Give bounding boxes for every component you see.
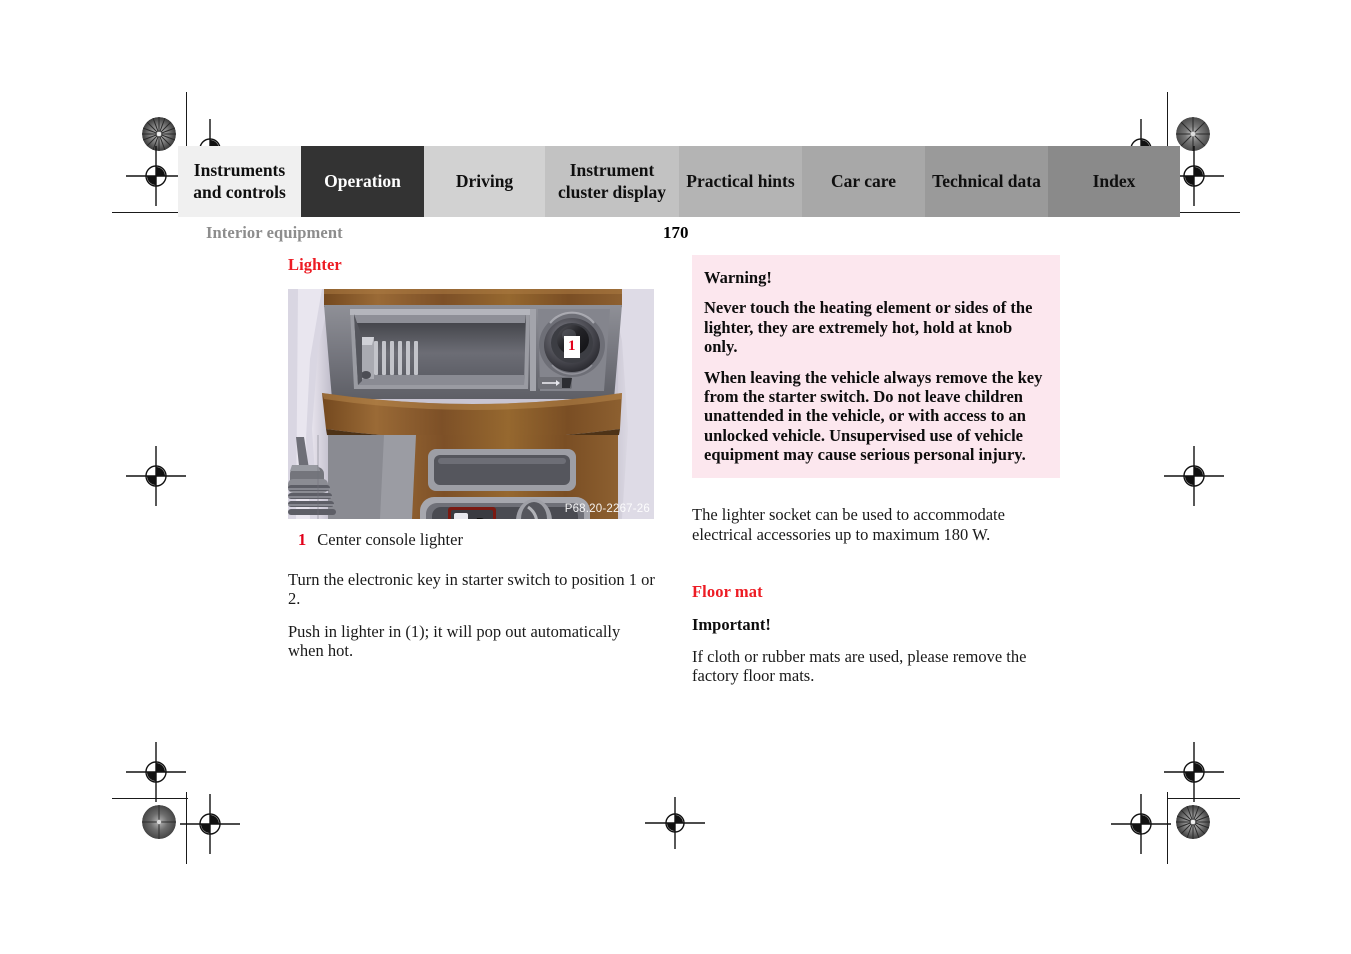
registration-crosshair-bottom-right-inner [1111, 794, 1171, 854]
chapter-tab-bar[interactable]: Instruments and controls Operation Driving… [178, 146, 1180, 217]
figure-caption: 1 Center console lighter [288, 530, 656, 550]
registration-rosette-bottom-left [142, 805, 176, 839]
figure-caption-number: 1 [298, 530, 307, 549]
floor-mat-body: If cloth or rubber mats are used, please… [692, 646, 1027, 686]
section-heading-floor-mat: Floor mat [692, 582, 763, 602]
figure-reference-code: P68.20-2267-26 [564, 503, 650, 515]
registration-crosshair-top-left-outer [126, 146, 186, 206]
tab-technical-data[interactable]: Technical data [925, 146, 1048, 217]
tab-instruments-and-controls[interactable]: Instruments and controls [178, 146, 301, 217]
warning-box: Warning! Never touch the heating element… [692, 255, 1060, 479]
registration-crosshair-bottom-left-inner [180, 794, 240, 854]
running-head-section: Interior equipment [206, 223, 343, 242]
registration-rosette-bottom-right [1176, 805, 1210, 839]
warning-title: Warning! [704, 268, 772, 287]
figure-caption-text: Center console lighter [317, 530, 463, 549]
warning-paragraph-2: When leaving the vehicle always remove t… [704, 367, 1043, 465]
svg-text:P: P [476, 515, 485, 519]
page-number: 170 [663, 223, 689, 242]
callout-marker-1: 1 [564, 336, 580, 358]
right-column: Warning! Never touch the heating element… [692, 255, 1060, 686]
instruction-paragraph-1: Turn the electronic key in starter switc… [288, 570, 655, 609]
tab-car-care[interactable]: Car care [802, 146, 925, 217]
registration-crosshair-bottom-center [645, 793, 705, 853]
tab-index[interactable]: Index [1048, 146, 1180, 217]
floor-mat-important-label: Important! [692, 615, 771, 635]
registration-crosshair-bottom-left-outer [126, 742, 186, 802]
registration-crosshair-mid-left [126, 446, 186, 506]
instruction-paragraph-2: Push in lighter in (1); it will pop out … [288, 621, 621, 661]
registration-crosshair-bottom-right-outer [1164, 742, 1224, 802]
crop-line-horizontal-top-left [112, 212, 188, 213]
running-head: Interior equipment 170 [206, 223, 1180, 243]
lighter-socket-note: The lighter socket can be used to accomm… [692, 505, 1005, 544]
registration-crosshair-mid-right [1164, 446, 1224, 506]
console-illustration-svg: P [288, 289, 654, 519]
tab-instrument-cluster-display[interactable]: Instrument cluster display [545, 146, 679, 217]
warning-paragraph-1: Never touch the heating element or sides… [704, 298, 1033, 357]
section-heading-lighter: Lighter [288, 255, 342, 274]
tab-operation[interactable]: Operation [301, 146, 424, 217]
left-column: Lighter 1 P68.20-2267-26 1 Center consol… [288, 255, 656, 661]
center-console-lighter-illustration: P 1 P68.20-2267- [288, 289, 654, 519]
tab-practical-hints[interactable]: Practical hints [679, 146, 802, 217]
tab-driving[interactable]: Driving [424, 146, 545, 217]
